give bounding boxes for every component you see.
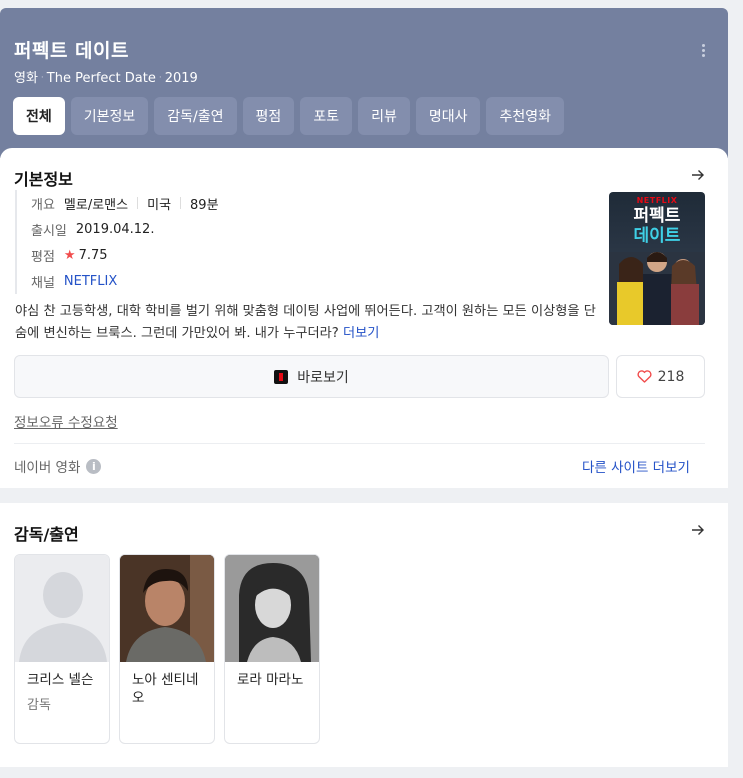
portrait-image bbox=[225, 555, 319, 662]
release-year: 2019 bbox=[164, 71, 198, 86]
tab-quotes[interactable]: 명대사 bbox=[415, 97, 481, 135]
person-card-actress[interactable]: 로라 마라노 bbox=[224, 554, 320, 744]
synopsis-text: 야심 찬 고등학생, 대학 학비를 벌기 위해 맞춤형 데이팅 사업에 뛰어든다… bbox=[15, 304, 596, 341]
divider-bar bbox=[137, 197, 139, 209]
other-sites-link[interactable]: 다른 사이트 더보기 bbox=[582, 456, 690, 476]
poster-title-line2: 데이트 bbox=[633, 226, 681, 246]
divider-bar bbox=[180, 197, 182, 209]
rating-value: 7.75 bbox=[78, 247, 108, 263]
person-name: 로라 마라노 bbox=[237, 672, 304, 688]
tab-photo[interactable]: 포토 bbox=[300, 97, 353, 135]
more-options-icon[interactable] bbox=[699, 44, 707, 60]
rating-row: 평점 ★ 7.75 bbox=[31, 242, 219, 268]
movie-header: 퍼펙트 데이트 영화 · The Perfect Date · 2019 전체 기본정보… bbox=[0, 8, 728, 158]
person-photo bbox=[120, 555, 214, 662]
basic-info-title: 기본정보 bbox=[14, 170, 73, 189]
watch-now-label: 바로보기 bbox=[297, 369, 349, 386]
release-label: 출시일 bbox=[31, 223, 67, 239]
watch-now-button[interactable]: 바로보기 bbox=[14, 355, 609, 398]
overview-label: 개요 bbox=[31, 197, 55, 213]
person-role: 감독 bbox=[27, 698, 51, 713]
tab-bar: 전체 기본정보 감독/출연 평점 포토 리뷰 명대사 추천영화 bbox=[13, 97, 565, 135]
channel-link[interactable]: NETFLIX bbox=[64, 274, 117, 289]
synopsis: 야심 찬 고등학생, 대학 학비를 벌기 위해 맞춤형 데이팅 사업에 뛰어든다… bbox=[15, 301, 600, 345]
heart-icon bbox=[637, 370, 652, 383]
netflix-icon bbox=[274, 369, 289, 384]
original-title: The Perfect Date bbox=[46, 71, 156, 86]
info-list: 개요 멜로/로맨스 미국 89분 출시일 2019.04.12. 평점 ★ 7.… bbox=[15, 190, 219, 294]
star-icon: ★ bbox=[63, 247, 76, 263]
more-link[interactable]: 더보기 bbox=[343, 326, 379, 341]
tab-rating[interactable]: 평점 bbox=[242, 97, 295, 135]
like-count: 218 bbox=[657, 368, 685, 385]
poster-brand: NETFLIX bbox=[636, 196, 678, 205]
movie-title: 퍼펙트 데이트 bbox=[14, 40, 129, 62]
source-label: 네이버 영화 i bbox=[14, 456, 102, 476]
tab-cast[interactable]: 감독/출연 bbox=[154, 97, 237, 135]
cast-title: 감독/출연 bbox=[14, 525, 79, 544]
source-text: 네이버 영화 bbox=[14, 460, 81, 476]
rating-label: 평점 bbox=[31, 249, 55, 265]
runtime-value: 89분 bbox=[190, 197, 219, 213]
channel-row: 채널 NETFLIX bbox=[31, 268, 219, 294]
release-row: 출시일 2019.04.12. bbox=[31, 216, 219, 242]
category-label: 영화 bbox=[14, 71, 38, 86]
person-name: 크리스 넬슨 bbox=[27, 672, 94, 688]
tab-all[interactable]: 전체 bbox=[13, 97, 65, 135]
movie-poster[interactable]: NETFLIX 퍼펙트 데이트 bbox=[609, 192, 705, 325]
info-icon[interactable]: i bbox=[86, 458, 102, 474]
release-date: 2019.04.12. bbox=[75, 221, 155, 237]
divider bbox=[14, 443, 705, 444]
arrow-right-icon[interactable] bbox=[691, 524, 705, 536]
person-photo bbox=[225, 555, 319, 662]
tab-recommended[interactable]: 추천영화 bbox=[486, 97, 565, 135]
report-error-link[interactable]: 정보오류 수정요청 bbox=[14, 411, 118, 431]
tab-review[interactable]: 리뷰 bbox=[358, 97, 410, 135]
country-value: 미국 bbox=[147, 197, 172, 213]
separator-dot: · bbox=[40, 73, 44, 83]
poster-title-line1: 퍼펙트 bbox=[633, 206, 681, 226]
like-button[interactable]: 218 bbox=[616, 355, 705, 398]
person-name: 노아 센티네오 bbox=[132, 672, 199, 706]
genre-value: 멜로/로맨스 bbox=[63, 197, 129, 213]
separator-dot: · bbox=[158, 73, 162, 83]
person-card-director[interactable]: 크리스 넬슨 감독 bbox=[14, 554, 110, 744]
person-silhouette-icon bbox=[19, 572, 107, 662]
person-card-actor[interactable]: 노아 센티네오 bbox=[119, 554, 215, 744]
tab-basic-info[interactable]: 기본정보 bbox=[70, 97, 149, 135]
movie-subtitle: 영화 · The Perfect Date · 2019 bbox=[14, 67, 198, 86]
person-photo-placeholder bbox=[15, 555, 109, 662]
channel-label: 채널 bbox=[31, 275, 55, 291]
portrait-image bbox=[120, 555, 214, 662]
arrow-right-icon[interactable] bbox=[691, 169, 705, 181]
overview-row: 개요 멜로/로맨스 미국 89분 bbox=[31, 190, 219, 216]
